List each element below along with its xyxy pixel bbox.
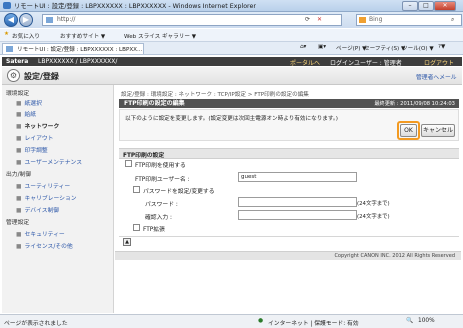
main-content: 設定/登録 : 環境設定 : ネットワーク : TCP/IP設定 > FTP印刷… <box>115 85 461 313</box>
bing-icon <box>359 17 366 23</box>
sidebar-item-network[interactable]: ■ ネットワーク <box>16 121 59 130</box>
forward-icon[interactable]: ▶ <box>19 13 33 27</box>
edit-panel: FTP印刷の設定の編集 最終更新 : 2011/09/08 10:24:03 <box>119 99 459 108</box>
zoom-level[interactable]: 100% <box>418 318 435 324</box>
stop-icon[interactable]: ✕ <box>317 16 322 23</box>
last-updated: 最終更新 : 2011/09/08 10:24:03 <box>374 101 455 107</box>
set-password-checkbox[interactable] <box>133 186 140 193</box>
sidebar-item-paper-feed[interactable]: ■ 給紙 <box>16 109 36 118</box>
page-title: 設定/登録 <box>24 72 59 81</box>
close-button[interactable]: ✕ <box>434 1 456 11</box>
breadcrumb: 設定/登録 : 環境設定 : ネットワーク : TCP/IP設定 > FTP印刷… <box>121 92 309 98</box>
favorites-bar: ★ お気に入り おすすめサイト ▼ Web スライス ギャラリー ▼ <box>0 29 463 42</box>
sidebar-item-calibration[interactable]: ■ キャリブレーション <box>16 193 77 202</box>
password-hint: (24文字まで) <box>357 201 390 207</box>
page-icon <box>46 17 53 23</box>
search-input[interactable]: Bing <box>369 16 382 23</box>
refresh-icon[interactable]: ⟳ <box>305 16 310 23</box>
ftp-user-label: FTP印刷ユーザー名 : <box>135 177 190 183</box>
logout-link[interactable]: ログアウト <box>424 58 454 67</box>
sidebar-item-utility[interactable]: ■ ユーティリティー <box>16 181 70 190</box>
ftp-extension-label: FTP拡張 <box>143 227 165 233</box>
login-user: ログインユーザー : 管理者 <box>330 60 402 67</box>
brand-logo: Satera <box>6 58 29 65</box>
favorites-button[interactable]: お気に入り <box>12 32 40 40</box>
tab-title: リモートUI : 設定/登録 : LBPXXXXXX : LBPXX... <box>17 47 143 53</box>
use-ftp-label: FTP印刷を使用する <box>135 163 186 169</box>
maximize-button[interactable]: □ <box>418 1 434 11</box>
globe-icon: ● <box>258 318 264 324</box>
sidebar-item-print-adjust[interactable]: ■ 印字調整 <box>16 145 48 154</box>
confirm-hint: (24文字まで) <box>357 214 390 220</box>
sidebar-section-admin: 管理設定 <box>6 220 30 226</box>
favorites-star-icon: ★ <box>4 31 10 37</box>
password-label: パスワード : <box>145 202 178 208</box>
message-box: 以下のように設定を変更します。(設定変更は次回主電源オン時より有効になります。)… <box>119 109 459 141</box>
footer: Copyright CANON INC. 2012 All Rights Res… <box>115 251 461 260</box>
minimize-button[interactable]: – <box>402 1 418 11</box>
section-title: FTP印刷の設定 <box>123 153 165 159</box>
security-zone: インターネット | 保護モード: 有効 <box>268 321 359 327</box>
status-text: ページが表示されました <box>4 321 68 327</box>
confirm-label: 確認入力 : <box>145 215 172 221</box>
settings-gear-icon: ⚙ <box>7 69 20 82</box>
status-bar: ページが表示されました ● インターネット | 保護モード: 有効 🔍 100% <box>0 314 463 328</box>
search-box[interactable]: Bing ⌕ <box>356 14 462 26</box>
confirm-password-field[interactable] <box>238 210 357 220</box>
sidebar-item-paper-select[interactable]: ■ 紙選択 <box>16 98 42 107</box>
page-top-icon[interactable]: ▲ <box>123 238 131 246</box>
portal-link[interactable]: ポータルへ <box>290 58 320 67</box>
set-password-label: パスワードを設定/変更する <box>143 189 215 195</box>
cancel-button[interactable]: キャンセル <box>421 124 455 137</box>
window-titlebar: リモートUI : 設定/登録 : LBPXXXXXX : LBPXXXXXX -… <box>0 0 463 12</box>
toolbar-help-menu[interactable]: ?▼ <box>438 44 445 50</box>
change-message: 以下のように設定を変更します。(設定変更は次回主電源オン時より有効になります。) <box>125 116 338 122</box>
page-topbar: Satera LBPXXXXXX / LBPXXXXXX/ ポータルへ ログイン… <box>2 57 462 67</box>
browser-tab[interactable]: リモートUI : 設定/登録 : LBPXXXXXX : LBPXX... <box>2 43 144 54</box>
web-slice-link[interactable]: Web スライス ギャラリー ▼ <box>124 32 196 40</box>
page-header: ⚙ 設定/登録 管理者へメール <box>2 67 462 85</box>
divider <box>119 236 459 237</box>
address-bar[interactable]: http:// ⟳ ✕ <box>42 14 342 26</box>
toolbar-page-menu[interactable]: ページ(P) ▼ <box>336 44 367 52</box>
feeds-icon[interactable]: ▣▾ <box>318 44 326 50</box>
sidebar-item-user-maintenance[interactable]: ■ ユーザーメンテナンス <box>16 157 82 166</box>
device-name: LBPXXXXXX / LBPXXXXXX/ <box>38 58 118 65</box>
sidebar-section-output: 出力/制御 <box>6 172 32 178</box>
sidebar-item-security[interactable]: ■ セキュリティー <box>16 229 65 238</box>
window-title: リモートUI : 設定/登録 : LBPXXXXXX : LBPXXXXXX -… <box>14 3 256 10</box>
home-icon[interactable]: ⌂▾ <box>300 44 306 50</box>
sidebar-item-device-control[interactable]: ■ デバイス制御 <box>16 205 59 214</box>
ok-button[interactable]: OK <box>400 124 417 137</box>
toolbar-safety-menu[interactable]: セーフティ(S) ▼ <box>364 44 405 52</box>
ftp-user-field[interactable]: guest <box>238 172 357 182</box>
sidebar-item-license[interactable]: ■ ライセンス/その他 <box>16 241 73 250</box>
toolbar-tools-menu[interactable]: ツール(O) ▼ <box>402 44 434 52</box>
back-icon[interactable]: ◀ <box>4 13 18 27</box>
sidebar: 環境設定 ■ 紙選択 ■ 給紙 ■ ネットワーク ■ レイアウト ■ 印字調整 ■ ユーザー… <box>2 85 114 313</box>
section-header: FTP印刷の設定 <box>119 148 459 159</box>
password-field[interactable] <box>238 197 357 207</box>
sidebar-item-layout[interactable]: ■ レイアウト <box>16 133 53 142</box>
tab-bar: リモートUI : 設定/登録 : LBPXXXXXX : LBPXX... ⌂▾… <box>0 42 463 55</box>
tab-page-icon <box>6 46 13 52</box>
suggested-sites-link[interactable]: おすすめサイト ▼ <box>60 32 105 40</box>
sidebar-section-settings: 環境設定 <box>6 91 30 97</box>
zoom-icon[interactable]: 🔍 <box>406 318 413 324</box>
address-input[interactable]: http:// <box>57 16 75 23</box>
copyright: Copyright CANON INC. 2012 All Rights Res… <box>334 253 455 259</box>
ie-icon <box>3 2 11 9</box>
search-icon[interactable]: ⌕ <box>451 16 454 24</box>
use-ftp-checkbox[interactable] <box>125 160 132 167</box>
admin-mail-link[interactable]: 管理者へメール <box>416 72 457 81</box>
ftp-extension-checkbox[interactable] <box>133 224 140 231</box>
